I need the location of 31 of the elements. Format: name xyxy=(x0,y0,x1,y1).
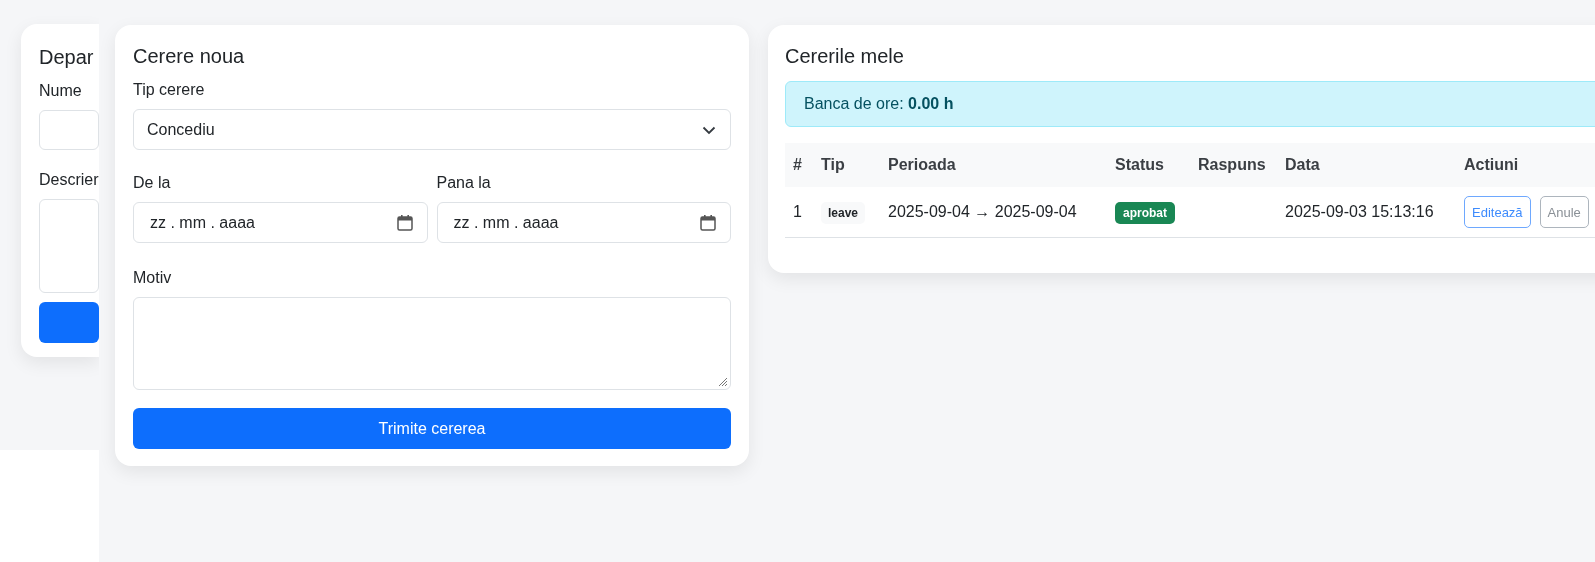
column-header: Tip xyxy=(821,156,845,173)
column-header: Status xyxy=(1115,156,1164,173)
resize-handle-icon[interactable] xyxy=(717,376,728,387)
submit-button[interactable]: Trimite cererea xyxy=(133,408,731,449)
calendar-icon xyxy=(396,214,413,231)
chevron-down-icon xyxy=(702,124,716,135)
calendar-icon xyxy=(700,214,716,231)
table-cell: 2025-09-04 → 2025-09-04 xyxy=(888,203,1077,220)
card-title: Cerere noua xyxy=(133,45,246,68)
table-cell: 1 xyxy=(793,203,802,220)
info-alert: Banca de ore: 0.00 h xyxy=(785,81,1595,127)
field-label: Nume xyxy=(39,82,82,99)
type-badge: leave xyxy=(821,202,866,224)
table-cell: 2025-09-03 15:13:16 xyxy=(1285,203,1434,220)
column-header: Perioada xyxy=(888,156,956,173)
column-header: Actiuni xyxy=(1464,156,1519,173)
field-label: Motiv xyxy=(133,269,173,287)
field-label: Descrier xyxy=(39,171,99,188)
select-field[interactable]: Concediu xyxy=(133,109,731,150)
card-title: Cererile mele xyxy=(785,45,905,68)
field-label: Tip cerere xyxy=(133,81,206,99)
field-label: De la xyxy=(133,174,172,192)
date-field[interactable]: zz . mm . aaaa xyxy=(436,202,731,243)
column-header: Raspuns xyxy=(1198,156,1266,173)
field-label: Pana la xyxy=(436,174,492,192)
card-title: Depar xyxy=(39,46,94,68)
submit-button[interactable] xyxy=(39,302,99,343)
column-header: # xyxy=(793,156,802,173)
column-header: Data xyxy=(1285,156,1320,173)
status-badge: aprobat xyxy=(1115,202,1175,224)
date-field[interactable]: zz . mm . aaaa xyxy=(133,202,428,243)
